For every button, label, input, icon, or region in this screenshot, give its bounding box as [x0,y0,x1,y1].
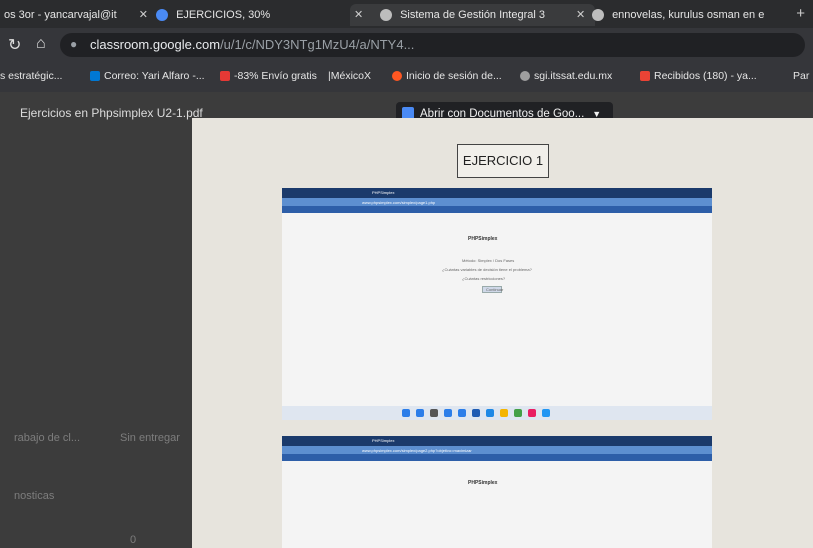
start-icon [402,409,410,417]
site-title: PHPSimplex [468,480,498,486]
search-icon [416,409,424,417]
url-text: classroom.google.com/u/1/c/NDY3NTg1MzU4/… [90,37,414,52]
embedded-screenshot: PHPSimplex www.phpsimplex.com/simplex/pa… [282,436,712,548]
edge-icon [458,409,466,417]
bookmark-label: sgi.itssat.edu.mx [534,70,613,82]
app-icon [528,409,536,417]
gmail-icon [640,71,650,82]
word-icon [486,409,494,417]
tab-label: ennovelas, kurulus osman en e [612,9,765,21]
browser-addressbar: www.phpsimplex.com/simplex/page2.php?obj… [282,446,712,454]
bookmark-item[interactable]: Par [793,70,809,82]
pdf-page: EJERCICIO 1 PHPSimplex www.phpsimplex.co… [192,118,813,548]
home-icon[interactable]: ⌂ [36,35,46,53]
taskbar [282,406,712,420]
bookmark-item[interactable]: -83% Envío gratis [220,70,317,82]
variables-question: ¿Cuántas variables de decisión tiene el … [442,267,532,272]
site-header [282,206,712,213]
app-icon [542,409,550,417]
bookmark-item[interactable]: Recibidos (180) - ya... [640,70,757,82]
browser-titlebar: PHPSimplex [282,188,712,198]
tab-label: os 3or - yancarvajal@it [4,9,117,21]
outlook-icon [90,71,100,82]
new-tab-icon[interactable]: + [796,5,805,22]
bookmark-label: -83% Envío gratis [234,70,317,82]
tab-strip: os 3or - yancarvajal@it ✕ EJERCICIOS, 30… [0,0,813,28]
document-icon [156,9,168,22]
bookmark-item[interactable]: sgi.itssat.edu.mx [520,70,612,82]
store-icon [472,409,480,417]
url-host: classroom.google.com [90,37,221,52]
bookmark-item[interactable]: s estratégic... [0,70,62,82]
side-text: Sin entregar [120,432,180,444]
method-text: Método: Simplex / Dos Fases [462,258,515,263]
bookmark-label: Recibidos (180) - ya... [654,70,757,82]
tab-ennovelas[interactable]: ✕ ennovelas, kurulus osman en e [572,4,802,26]
url-text: www.phpsimplex.com/simplex/page2.php?obj… [362,448,472,453]
exercise-label: EJERCICIO 1 [457,144,549,178]
tab-ejercicios[interactable]: EJERCICIOS, 30% [156,4,346,26]
taskview-icon [430,409,438,417]
bookmark-item[interactable]: |MéxicoX [328,70,371,82]
bookmark-item[interactable]: Inicio de sesión de... [392,70,502,82]
globe-icon [380,9,392,22]
bookmark-label: Inicio de sesión de... [406,70,502,82]
side-text: 0 [130,534,137,546]
pdf-file-name: Ejercicios en Phpsimplex U2-1.pdf [20,106,203,120]
tab-label: PHPSimplex [372,190,395,195]
bookmark-label: |MéxicoX [328,70,371,82]
lock-icon: ● [70,37,78,51]
bookmark-label: Correo: Yari Alfaro -... [104,70,205,82]
site-header [282,454,712,461]
bookmark-label: s estratégic... [0,70,63,82]
bookmark-item[interactable]: Correo: Yari Alfaro -... [90,70,205,82]
close-tab-icon[interactable]: ✕ [139,4,148,26]
close-tab-icon[interactable]: ✕ [354,4,363,26]
globe-icon [520,71,530,82]
reload-icon[interactable]: ↻ [8,35,21,55]
tab-classroom[interactable]: os 3or - yancarvajal@it ✕ [0,4,154,26]
button-label: Continuar [486,287,504,292]
chrome-icon [514,409,522,417]
tab-label: EJERCICIOS, 30% [176,9,271,21]
site-title: PHPSimplex [468,236,498,242]
google-icon [592,9,604,22]
login-icon [392,71,402,82]
address-bar[interactable]: ● classroom.google.com/u/1/c/NDY3NTg1MzU… [60,33,805,57]
constraints-question: ¿Cuántas restricciones? [462,276,506,281]
url-path: /u/1/c/NDY3NTg1MzU4/a/NTY4... [220,37,415,52]
side-text: nosticas [14,490,55,502]
close-tab-icon[interactable]: ✕ [576,4,585,26]
pdf-viewer: Ejercicios en Phpsimplex U2-1.pdf Abrir … [0,92,813,548]
url-text: www.phpsimplex.com/simplex/page1.php [362,200,436,205]
folder-icon [500,409,508,417]
continue-button: Continuar [482,286,504,293]
widgets-icon [444,409,452,417]
browser-titlebar: PHPSimplex [282,436,712,446]
tab-label: Sistema de Gestión Integral 3 [400,9,545,21]
shop-icon [220,71,230,82]
tab-sgi[interactable]: ✕ Sistema de Gestión Integral 3 [350,4,595,26]
bookmark-label: Par [793,70,810,82]
side-text: rabajo de cl... [14,432,81,444]
embedded-screenshot: PHPSimplex www.phpsimplex.com/simplex/pa… [282,188,712,420]
bookmarks-bar: s estratégic... Correo: Yari Alfaro -...… [0,62,813,93]
browser-addressbar: www.phpsimplex.com/simplex/page1.php [282,198,712,206]
browser-toolbar: ↻ ⌂ ● classroom.google.com/u/1/c/NDY3NTg… [0,28,813,62]
tab-label: PHPSimplex [372,438,395,443]
